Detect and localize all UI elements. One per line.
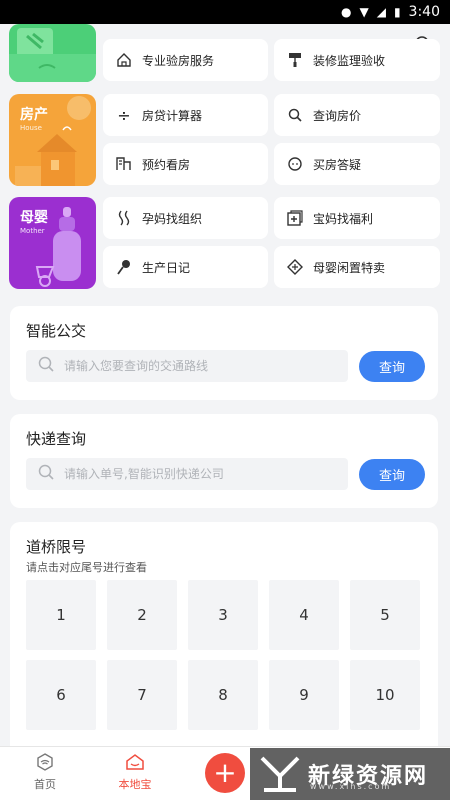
service-book-viewing[interactable]: 预约看房 — [103, 143, 268, 185]
plate-card-title: 道桥限号 — [26, 538, 87, 556]
watermark-url: www.xlhs.com — [310, 782, 392, 791]
service-buying-faq[interactable]: 买房答疑 — [274, 143, 440, 185]
plate-number-button[interactable]: 9 — [269, 660, 339, 730]
bus-query-button[interactable]: 查询 — [359, 351, 425, 382]
plus-box-icon — [287, 210, 303, 226]
bus-search-box[interactable] — [26, 350, 348, 382]
house-outline-icon — [116, 52, 132, 68]
signal-icon: ◢ — [376, 5, 386, 19]
plate-number-button[interactable]: 6 — [26, 660, 96, 730]
tab-home[interactable]: 首页 — [10, 753, 80, 792]
express-card-title: 快递查询 — [26, 430, 87, 448]
status-time: 3:40 — [408, 4, 440, 20]
bus-route-input[interactable] — [64, 359, 334, 373]
express-card: 快递查询 查询 — [10, 414, 438, 508]
search-icon — [287, 107, 303, 123]
add-button[interactable]: + — [205, 753, 245, 793]
diamond-icon — [287, 259, 303, 275]
service-secondhand-sale[interactable]: 母婴闲置特卖 — [274, 246, 440, 288]
express-tracking-input[interactable] — [64, 467, 334, 481]
paint-roller-icon — [287, 52, 303, 68]
plate-number-button[interactable]: 8 — [188, 660, 258, 730]
mic-icon — [116, 259, 132, 275]
local-house-icon — [125, 753, 145, 774]
bus-card: 智能公交 查询 — [10, 306, 438, 400]
house-illustration — [15, 96, 91, 186]
decoration-illustration — [9, 28, 96, 82]
search-icon — [38, 356, 54, 376]
plate-number-button[interactable]: 10 — [350, 660, 420, 730]
service-mom-benefits[interactable]: 宝妈找福利 — [274, 197, 440, 239]
wave-icon — [116, 210, 132, 226]
service-mortgage-calculator[interactable]: ÷ 房贷计算器 — [103, 94, 268, 136]
tab-local[interactable]: 本地宝 — [100, 753, 170, 792]
tile-decoration[interactable] — [9, 24, 96, 82]
wifi-icon: ▼ — [359, 5, 369, 19]
plus-icon: + — [213, 756, 237, 789]
building-icon — [116, 156, 132, 172]
service-house-inspection[interactable]: 专业验房服务 — [103, 39, 268, 81]
plate-number-grid: 1 2 3 4 5 6 7 8 9 10 — [26, 580, 420, 730]
service-house-price[interactable]: 查询房价 — [274, 94, 440, 136]
plate-number-button[interactable]: 2 — [107, 580, 177, 650]
tile-house[interactable]: 房产 House — [9, 94, 96, 186]
search-icon — [38, 464, 54, 484]
chat-face-icon — [287, 156, 303, 172]
plate-number-button[interactable]: 7 — [107, 660, 177, 730]
plate-restriction-card: 道桥限号 请点击对应尾号进行查看 1 2 3 4 5 6 7 8 9 10 — [10, 522, 438, 746]
plate-card-subtitle: 请点击对应尾号进行查看 — [26, 561, 147, 574]
plate-number-button[interactable]: 5 — [350, 580, 420, 650]
plate-number-button[interactable]: 1 — [26, 580, 96, 650]
status-bar: ● ▼ ◢ ▮ 3:40 — [0, 0, 450, 24]
tile-mother-baby[interactable]: 母婴 Mother — [9, 197, 96, 289]
home-icon — [36, 753, 54, 774]
watermark-logo-icon — [260, 756, 300, 792]
plate-number-button[interactable]: 4 — [269, 580, 339, 650]
watermark-logo: 新绿资源网 www.xlhs.com — [250, 748, 450, 800]
service-pregnant-groups[interactable]: 孕妈找组织 — [103, 197, 268, 239]
main-content[interactable]: 专业验房服务 装修监理验收 房产 House ÷ 房贷计算器 查询房价 预约看房… — [0, 24, 450, 746]
baby-bottle-illustration — [35, 207, 81, 287]
tab-local-label: 本地宝 — [118, 778, 152, 791]
service-birth-diary[interactable]: 生产日记 — [103, 246, 268, 288]
service-renovation-supervision[interactable]: 装修监理验收 — [274, 39, 440, 81]
bus-card-title: 智能公交 — [26, 322, 87, 340]
plate-number-button[interactable]: 3 — [188, 580, 258, 650]
express-search-box[interactable] — [26, 458, 348, 490]
location-icon: ● — [340, 5, 352, 19]
express-query-button[interactable]: 查询 — [359, 459, 425, 490]
divide-icon: ÷ — [117, 105, 131, 125]
battery-icon: ▮ — [393, 5, 401, 19]
tab-home-label: 首页 — [34, 778, 56, 791]
